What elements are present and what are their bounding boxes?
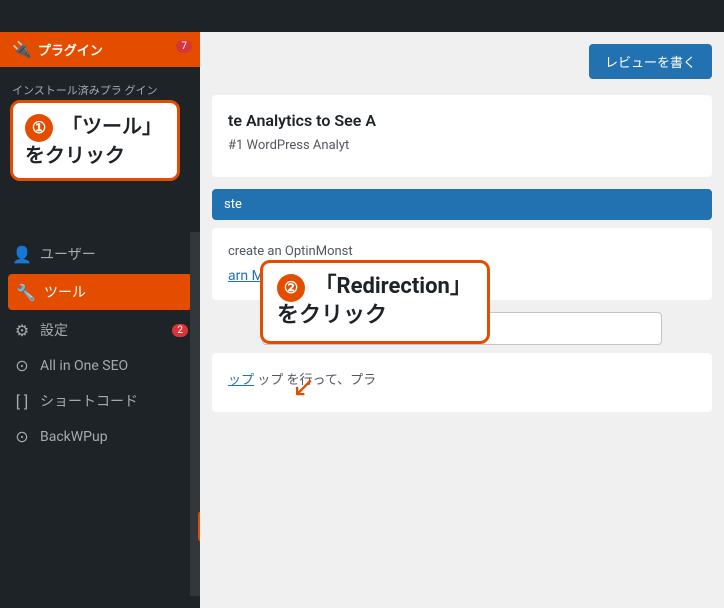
plugin-icon: 🔌 bbox=[12, 40, 32, 59]
sidebar: 🔌 プラグイン 7 インストール済みプラ グイン ① 「ツール」をクリック 👤 … bbox=[0, 32, 200, 608]
submenu-personal1[interactable]: 個人データの消去ートー bbox=[190, 372, 200, 424]
submenu-redirection[interactable]: Redirection bbox=[198, 511, 200, 542]
arrow-icon: ↙ bbox=[292, 370, 315, 403]
allinone-icon: ⊙ bbox=[12, 356, 32, 375]
blue-banner-text: ste bbox=[224, 197, 242, 212]
submenu-ewww[interactable]: EWWW ImageOptimizer bbox=[190, 544, 200, 588]
sidebar-item-settings[interactable]: ⚙ 設定 2 bbox=[0, 312, 200, 348]
settings-badge: 2 bbox=[172, 324, 188, 337]
analytics-subtitle: #1 WordPress Analyt bbox=[228, 138, 696, 153]
plugin-label: プラグイン bbox=[38, 40, 103, 59]
callout-tools: ① 「ツール」をクリック bbox=[10, 100, 180, 181]
analytics-title: te Analytics to See A bbox=[228, 111, 696, 130]
sidebar-item-tools[interactable]: 🔧 ツール bbox=[8, 274, 192, 310]
sidebar-plugin-header[interactable]: 🔌 プラグイン 7 bbox=[0, 32, 200, 67]
sidebar-item-user-label: ユーザー bbox=[40, 244, 96, 264]
callout-redirection: ② 「Redirection」をクリック bbox=[260, 260, 490, 344]
submenu-available[interactable]: 利用可能なツール bbox=[190, 240, 200, 273]
sidebar-item-allinone[interactable]: ⊙ All in One SEO bbox=[0, 348, 200, 383]
bottom-link[interactable]: ップ bbox=[228, 373, 254, 388]
sidebar-item-settings-label: 設定 bbox=[40, 320, 68, 340]
submenu-personal2[interactable]: 個人データのエクス... bbox=[190, 424, 200, 457]
sidebar-item-user[interactable]: 👤 ユーザー bbox=[0, 236, 200, 272]
callout-2-number: ② bbox=[277, 274, 305, 302]
analytics-card: te Analytics to See A #1 WordPress Analy… bbox=[212, 95, 712, 177]
tools-submenu: 利用可能なツール インポート エクスポート サイトヘルス 1 個人データの消去ー… bbox=[190, 232, 200, 596]
sidebar-item-tools-label: ツール bbox=[44, 282, 86, 302]
shortcode-icon: [ ] bbox=[12, 392, 32, 411]
user-icon: 👤 bbox=[12, 245, 32, 264]
sidebar-item-allinone-label: All in One SEO bbox=[40, 358, 128, 374]
submenu-export[interactable]: エクスポート bbox=[190, 306, 200, 339]
admin-bar bbox=[0, 0, 724, 32]
submenu-sitehealth[interactable]: サイトヘルス 1 bbox=[190, 339, 200, 372]
callout-1-number: ① bbox=[25, 114, 53, 142]
optinmonster-text: create an OptinMonst bbox=[228, 244, 696, 259]
review-button[interactable]: レビューを書く bbox=[589, 44, 712, 79]
tools-icon: 🔧 bbox=[16, 283, 36, 302]
sidebar-item-shortcode-label: ショートコード bbox=[40, 391, 138, 411]
blue-banner: ste bbox=[212, 189, 712, 220]
bottom-card: ップ ップ を行って、プラ bbox=[212, 353, 712, 412]
callout-2-text: 「Redirection」をクリック bbox=[277, 274, 472, 328]
sidebar-item-backwpup[interactable]: ⊙ BackWPup bbox=[0, 419, 200, 454]
sidebar-item-backwpup-label: BackWPup bbox=[40, 429, 108, 445]
submenu-import[interactable]: インポート bbox=[190, 273, 200, 306]
sidebar-item-shortcode[interactable]: [ ] ショートコード bbox=[0, 383, 200, 419]
submenu-redirectmgr[interactable]: リダイレクションマネージャ bbox=[190, 457, 200, 509]
backwpup-icon: ⊙ bbox=[12, 427, 32, 446]
settings-icon: ⚙ bbox=[12, 321, 32, 340]
plugin-badge: 7 bbox=[176, 40, 192, 53]
